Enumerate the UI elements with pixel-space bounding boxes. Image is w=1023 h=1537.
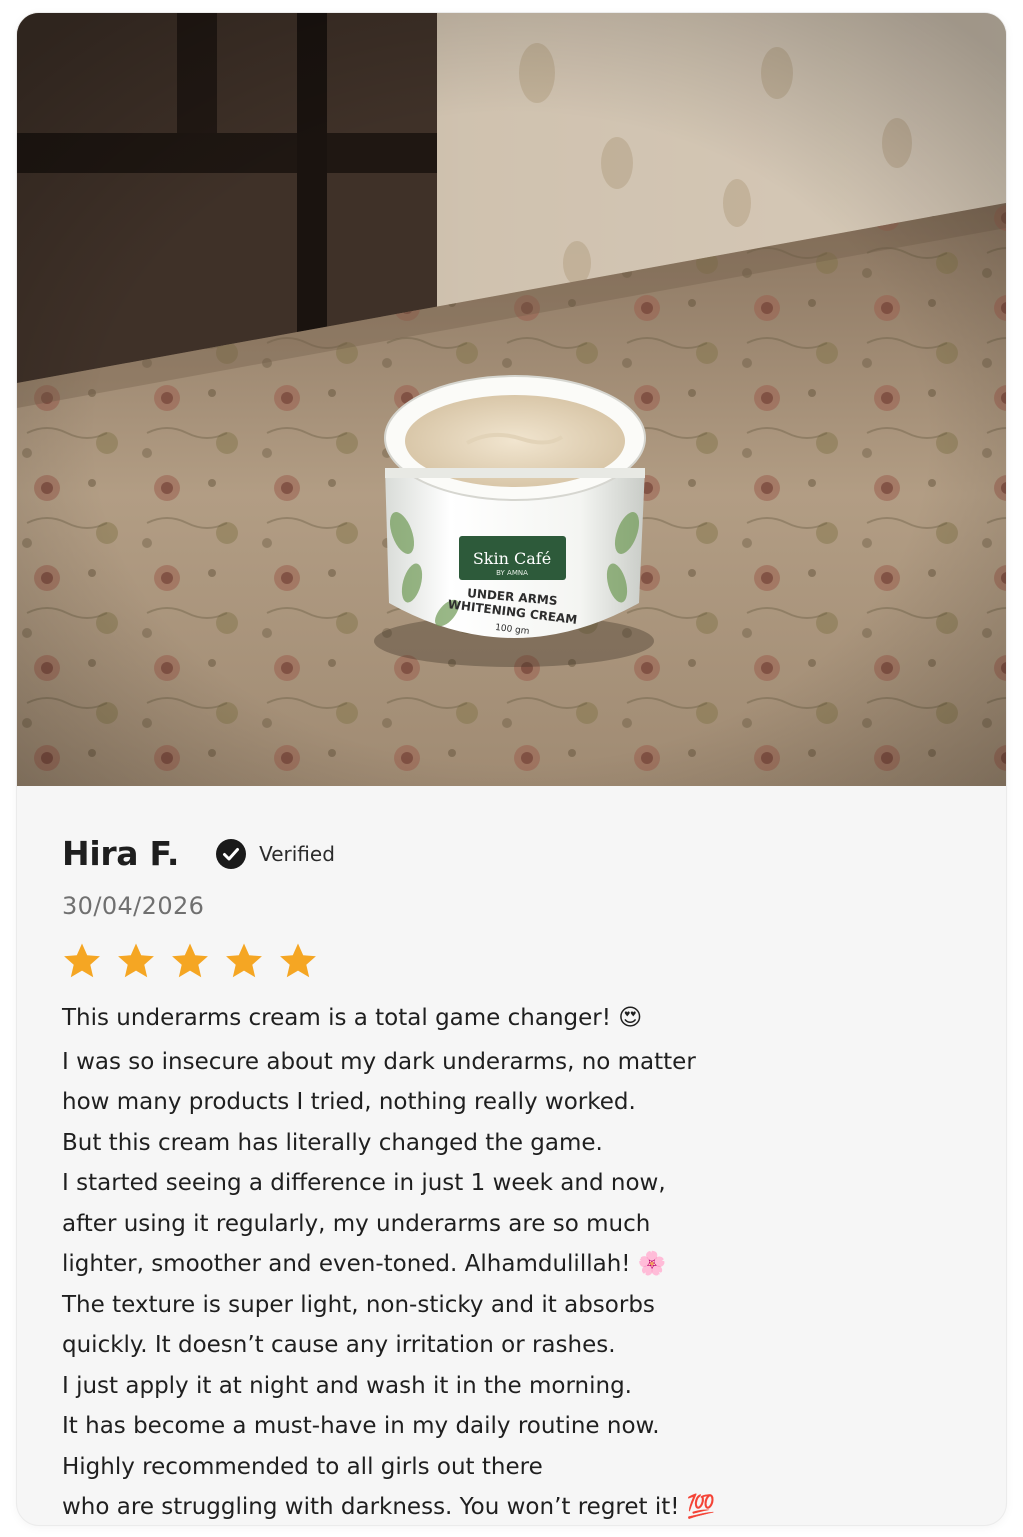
- verified-check-icon: [215, 838, 247, 870]
- review-line: quickly. It doesn’t cause any irritation…: [62, 1332, 616, 1358]
- review-text: This underarms cream is a total game cha…: [62, 998, 962, 1525]
- review-line: I just apply it at night and wash it in …: [62, 1372, 632, 1399]
- verified-label: Verified: [259, 842, 335, 866]
- review-line: who are struggling with darkness. You wo…: [62, 1494, 716, 1520]
- review-line: Highly recommended to all girls out ther…: [62, 1453, 543, 1480]
- reviewer-name: Hira F.: [62, 834, 180, 873]
- review-line: This underarms cream is a total game cha…: [62, 1005, 643, 1031]
- star-icon: [172, 943, 208, 978]
- svg-text:Skin Café: Skin Café: [473, 549, 551, 568]
- reviewer-header: Hira F. Verified: [62, 834, 335, 874]
- review-photo[interactable]: Skin Café BY AMNA UNDER ARMS WHITENING C…: [17, 13, 1006, 786]
- svg-text:BY AMNA: BY AMNA: [496, 569, 528, 577]
- star-icon: [226, 943, 262, 978]
- star-icon: [280, 943, 316, 978]
- review-line: It has become a must-have in my daily ro…: [62, 1413, 660, 1439]
- review-date: 30/04/2026: [62, 892, 205, 920]
- star-icon: [64, 943, 100, 978]
- review-line: I started seeing a difference in just 1 …: [62, 1170, 666, 1196]
- review-line: But this cream has literally changed the…: [62, 1129, 603, 1156]
- review-line: how many products I tried, nothing reall…: [62, 1089, 636, 1115]
- review-line: lighter, smoother and even-toned. Alhamd…: [62, 1251, 667, 1277]
- review-line: I was so insecure about my dark underarm…: [62, 1048, 696, 1075]
- review-line: after using it regularly, my underarms a…: [62, 1210, 651, 1237]
- review-card: Skin Café BY AMNA UNDER ARMS WHITENING C…: [17, 13, 1006, 1525]
- star-rating: [62, 941, 318, 981]
- star-icon: [118, 943, 154, 978]
- review-line: The texture is super light, non-sticky a…: [62, 1291, 655, 1318]
